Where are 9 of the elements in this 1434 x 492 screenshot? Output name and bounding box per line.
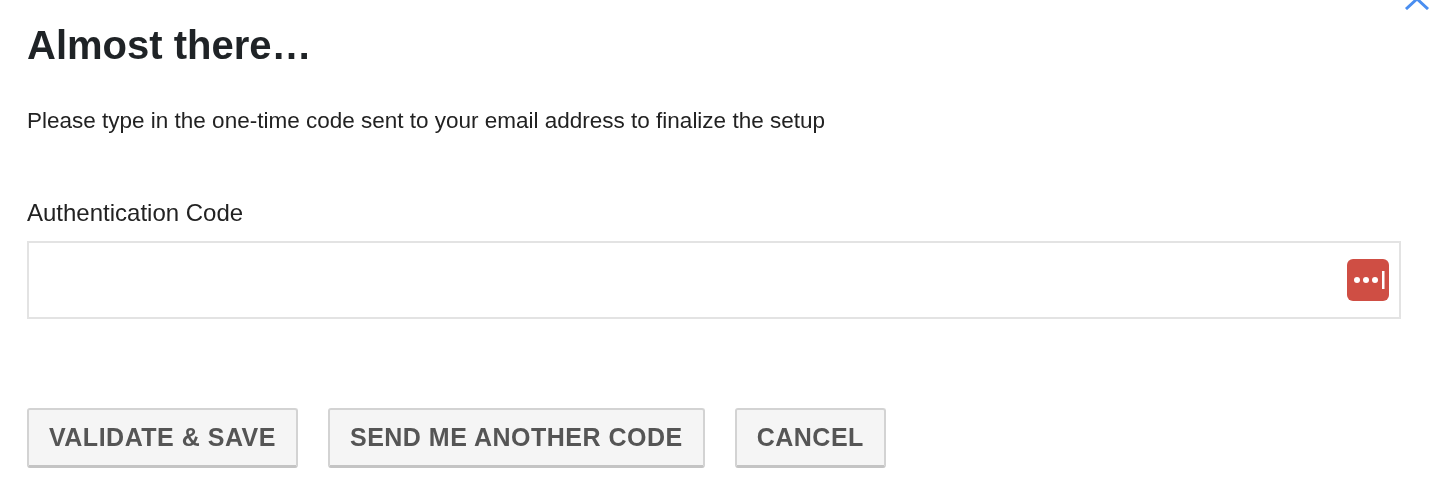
action-button[interactable]: VALIDATE & SAVE — [27, 408, 298, 468]
dialog-title: Almost there… — [27, 22, 313, 69]
code-input-field[interactable] — [27, 241, 1401, 319]
password-manager-icon[interactable] — [1347, 259, 1389, 301]
action-button[interactable]: SEND ME ANOTHER CODE — [327, 408, 705, 468]
chevron-up-icon[interactable] — [1404, 0, 1430, 10]
action-button[interactable]: CANCEL — [734, 408, 886, 468]
field-label: Authentication Code — [27, 198, 245, 228]
instructions-text: Please type in the one-time code sent to your email address to finalize the setup — [27, 107, 826, 135]
